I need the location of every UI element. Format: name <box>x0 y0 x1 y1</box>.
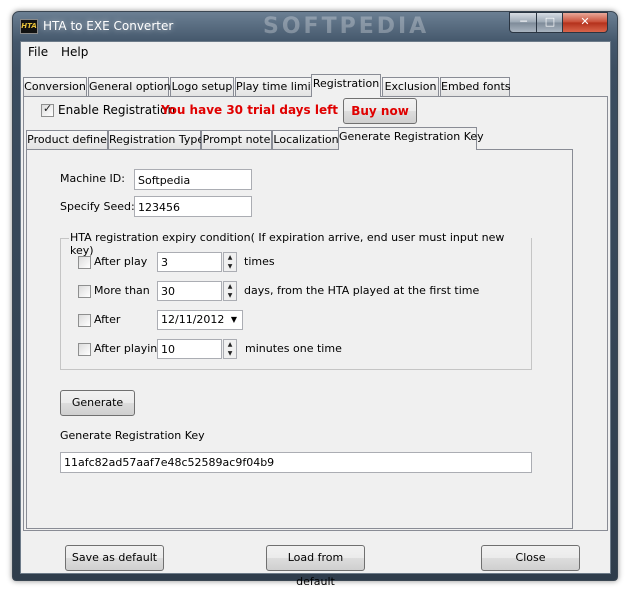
more-than-field[interactable]: 30 <box>157 281 222 301</box>
after-playing-suffix: minutes one time <box>245 342 342 355</box>
minimize-button[interactable]: ─ <box>509 12 538 33</box>
after-date-label: After <box>94 313 121 326</box>
close-window-button[interactable]: ✕ <box>562 12 608 33</box>
spin-up-icon[interactable]: ▲ <box>224 282 236 291</box>
spin-down-icon[interactable]: ▼ <box>224 349 236 358</box>
after-date-value: 12/11/2012 <box>161 313 225 326</box>
expiry-condition-group: HTA registration expiry condition( If ex… <box>60 231 532 370</box>
tab-registration[interactable]: Registration <box>311 74 381 97</box>
tab-prompt-note[interactable]: Prompt note <box>201 130 272 149</box>
more-than-suffix: days, from the HTA played at the first t… <box>244 284 480 297</box>
spin-up-icon[interactable]: ▲ <box>224 340 236 349</box>
after-playing-field[interactable]: 10 <box>157 339 222 359</box>
tab-conversion[interactable]: Conversion <box>23 77 87 96</box>
generate-key-label: Generate Registration Key <box>60 429 205 442</box>
after-play-field[interactable]: 3 <box>157 252 222 272</box>
tab-embed-fonts[interactable]: Embed fonts <box>440 77 511 96</box>
machine-id-label: Machine ID: <box>60 172 125 185</box>
after-play-suffix: times <box>244 255 275 268</box>
buy-now-button[interactable]: Buy now <box>343 98 417 124</box>
spin-down-icon[interactable]: ▼ <box>224 291 236 300</box>
after-playing-checkbox[interactable] <box>78 343 91 356</box>
after-playing-label: After playing <box>94 342 165 355</box>
more-than-spinner[interactable]: ▲ ▼ <box>223 281 237 301</box>
tab-play-time-limit[interactable]: Play time limit <box>235 77 315 96</box>
maximize-button[interactable]: □ <box>536 12 564 33</box>
more-than-checkbox[interactable] <box>78 285 91 298</box>
after-play-checkbox[interactable] <box>78 256 91 269</box>
tab-registration-type[interactable]: Registration Type <box>108 130 204 149</box>
save-as-default-button[interactable]: Save as default <box>65 545 164 571</box>
main-tab-strip: Conversion General option Logo setup Pla… <box>21 74 610 97</box>
after-date-picker[interactable]: 12/11/2012 ▼ <box>157 310 243 330</box>
machine-id-field[interactable]: Softpedia <box>134 169 252 190</box>
more-than-label: More than <box>94 284 150 297</box>
menu-help[interactable]: Help <box>61 45 88 59</box>
softpedia-watermark: SOFTPEDIA <box>263 14 430 39</box>
seed-field[interactable]: 123456 <box>134 196 252 217</box>
enable-registration-label: Enable Registration <box>58 103 176 117</box>
window-title: HTA to EXE Converter <box>43 19 174 33</box>
sub-tab-strip: Product define Registration Type Prompt … <box>24 127 607 150</box>
registration-panel: Enable Registration You have 30 trial da… <box>23 96 608 531</box>
generate-button[interactable]: Generate <box>60 390 135 416</box>
specify-seed-label: Specify Seed: <box>60 200 135 213</box>
after-play-spinner[interactable]: ▲ ▼ <box>223 252 237 272</box>
spin-down-icon[interactable]: ▼ <box>224 262 236 271</box>
spin-up-icon[interactable]: ▲ <box>224 253 236 262</box>
enable-registration-checkbox[interactable] <box>41 102 54 117</box>
tab-generate-registration-key[interactable]: Generate Registration Key <box>338 127 484 150</box>
registration-key-field[interactable]: 11afc82ad57aaf7e48c52589ac9f04b9 <box>60 452 532 473</box>
after-play-label: After play <box>94 255 148 268</box>
title-bar[interactable]: HTA HTA to EXE Converter SOFTPEDIA ─ □ ✕ <box>13 12 617 40</box>
trial-days-text: You have 30 trial days left <box>161 103 339 117</box>
tab-general-option[interactable]: General option <box>88 77 171 96</box>
app-icon: HTA <box>20 19 38 34</box>
after-date-checkbox[interactable] <box>78 314 91 327</box>
generate-key-panel: Machine ID: Softpedia Specify Seed: 1234… <box>26 149 573 529</box>
dropdown-arrow-icon[interactable]: ▼ <box>226 311 242 328</box>
menu-bar: File Help <box>21 42 610 62</box>
app-window: HTA HTA to EXE Converter SOFTPEDIA ─ □ ✕… <box>12 11 618 588</box>
tab-logo-setup[interactable]: Logo setup <box>170 77 234 96</box>
after-playing-spinner[interactable]: ▲ ▼ <box>223 339 237 359</box>
client-area: File Help Conversion General option Logo… <box>20 41 611 588</box>
tab-product-define[interactable]: Product define <box>26 130 108 149</box>
tab-exclusion[interactable]: Exclusion <box>382 77 439 96</box>
load-from-default-button[interactable]: Load from default <box>266 545 365 588</box>
menu-file[interactable]: File <box>28 45 48 59</box>
close-button[interactable]: Close <box>481 545 580 571</box>
tab-localization[interactable]: Localization <box>272 130 340 149</box>
expiry-group-title: HTA registration expiry condition( If ex… <box>69 231 531 257</box>
